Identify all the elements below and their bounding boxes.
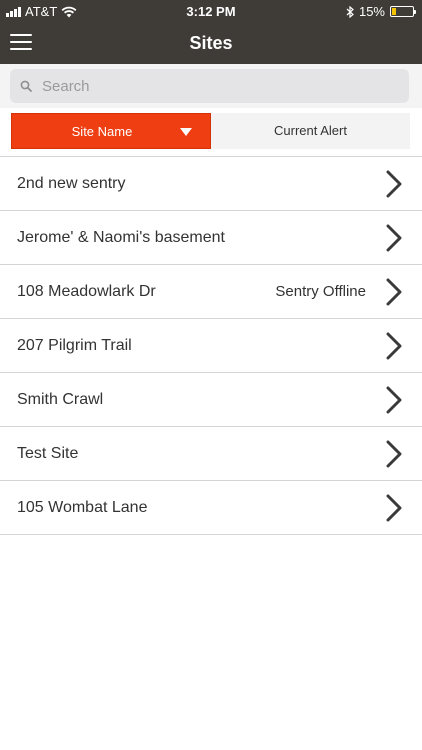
site-row[interactable]: 108 Meadowlark Dr Sentry Offline [0,265,422,319]
battery-nub [414,10,416,14]
sort-control: Site Name Current Alert [0,108,422,154]
site-list: 2nd new sentry Jerome' & Naomi's basemen… [0,156,422,535]
site-name: Smith Crawl [17,391,104,408]
site-row[interactable]: 207 Pilgrim Trail [0,319,422,373]
chevron-right-icon [386,494,402,522]
search-bar [0,64,422,108]
sort-current-alert-button[interactable]: Current Alert [211,113,410,149]
chevron-right-icon [386,224,402,252]
site-name: 2nd new sentry [17,175,126,192]
page-title: Sites [189,33,233,53]
status-bar: AT&T 3:12 PM 15% [0,0,422,22]
site-status: Sentry Offline [275,283,366,300]
chevron-right-icon [386,386,402,414]
site-row[interactable]: Jerome' & Naomi's basement [0,211,422,265]
status-right: 15% [346,4,416,19]
caret-down-icon [180,128,192,136]
search-icon [20,80,32,92]
battery-percent: 15% [358,4,385,19]
chevron-right-icon [386,278,402,306]
site-name: 207 Pilgrim Trail [17,337,132,354]
site-name: Test Site [17,445,79,462]
site-row[interactable]: 2nd new sentry [0,157,422,211]
battery-icon [390,6,416,17]
chevron-right-icon [386,440,402,468]
battery-fill [392,8,396,15]
chevron-right-icon [386,170,402,198]
search-box[interactable] [10,69,409,103]
site-row[interactable]: Test Site [0,427,422,481]
bluetooth-icon [346,5,354,18]
nav-bar: Sites [0,22,422,64]
sort-current-alert-label: Current Alert [274,123,347,138]
sort-site-name-button[interactable]: Site Name [11,113,211,149]
site-name: Jerome' & Naomi's basement [17,229,225,246]
chevron-right-icon [386,332,402,360]
site-row[interactable]: 105 Wombat Lane [0,481,422,535]
site-name: 108 Meadowlark Dr [17,283,156,300]
site-name: 105 Wombat Lane [17,499,148,516]
sort-site-name-label: Site Name [71,124,133,139]
site-row[interactable]: Smith Crawl [0,373,422,427]
search-input[interactable] [42,69,402,103]
